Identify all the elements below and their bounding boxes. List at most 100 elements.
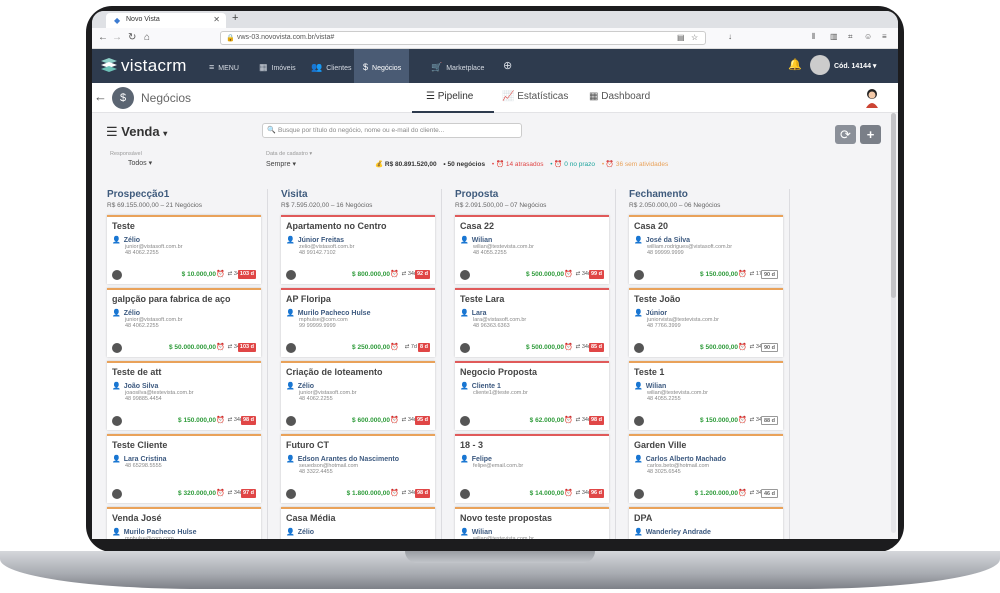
deal-client[interactable]: 👤 Murilo Pacheco Hulse [112, 528, 256, 536]
browser-tab[interactable]: ◆ Novo Vista ✕ [106, 13, 226, 28]
deal-card[interactable]: Venda José 👤 Murilo Pacheco Hulse mphulse@c… [107, 507, 261, 539]
reload-icon[interactable]: ↻ [128, 32, 136, 43]
nav-imoveis[interactable]: ▦ Imóveis [257, 49, 296, 83]
deal-card[interactable]: Novo teste propostas 👤 Wilian wilian@testev… [455, 507, 609, 539]
broker-avatar[interactable] [112, 489, 122, 499]
scrollbar-thumb[interactable] [891, 113, 896, 298]
deal-client[interactable]: 👤 Wilian [634, 382, 778, 390]
forward-arrow-icon[interactable]: → [112, 32, 122, 43]
deal-client[interactable]: 👤 Murilo Pacheco Hulse [286, 309, 430, 317]
alarm-icon[interactable]: ⏰ [738, 343, 747, 351]
broker-avatar[interactable] [286, 489, 296, 499]
user-code[interactable]: Cód. 14144 ▾ [834, 62, 876, 70]
deal-card[interactable]: Criação de loteamento 👤 Zélio junior@vistas… [281, 361, 435, 430]
alarm-icon[interactable]: ⏰ [390, 489, 399, 497]
deal-client[interactable]: 👤 Carlos Alberto Machado [634, 455, 778, 463]
broker-avatar[interactable] [286, 270, 296, 280]
alarm-icon[interactable]: ⏰ [216, 270, 225, 278]
reader-icon[interactable]: ▤ [677, 33, 685, 42]
deal-card[interactable]: Negocio Proposta 👤 Cliente 1 cliente1@teste… [455, 361, 609, 430]
data-cadastro-select[interactable]: Sempre ▾ [266, 160, 296, 168]
alarm-icon[interactable]: ⏰ [738, 270, 747, 278]
broker-avatar[interactable] [634, 270, 644, 280]
alarm-icon[interactable]: ⏰ [564, 343, 573, 351]
broker-avatar[interactable] [286, 416, 296, 426]
add-circle-icon[interactable]: ⊕ [503, 49, 512, 83]
bookmark-star-icon[interactable]: ☆ [691, 33, 698, 42]
nav-clientes[interactable]: 👥 Clientes [309, 49, 352, 83]
deal-client[interactable]: 👤 Edson Arantes do Nascimento [286, 455, 430, 463]
alarm-icon[interactable]: ⏰ [564, 416, 573, 424]
search-input[interactable]: 🔍 Busque por título do negócio, nome ou … [262, 123, 522, 138]
deal-client[interactable]: 👤 José da Silva [634, 236, 778, 244]
broker-avatar[interactable] [460, 343, 470, 353]
back-arrow-icon[interactable]: ← [94, 89, 107, 104]
hamburger-menu-icon[interactable]: ≡ [882, 32, 887, 41]
deal-client[interactable]: 👤 Júnior [634, 309, 778, 317]
deal-client[interactable]: 👤 Lara Cristina [112, 455, 256, 463]
broker-avatar[interactable] [112, 270, 122, 280]
alarm-icon[interactable]: ⏰ [390, 343, 399, 351]
broker-avatar[interactable] [460, 270, 470, 280]
deal-client[interactable]: 👤 Felipe [460, 455, 604, 463]
alarm-icon[interactable]: ⏰ [738, 416, 747, 424]
account-icon[interactable]: ☺ [864, 32, 872, 41]
alarm-icon[interactable]: ⏰ [390, 270, 399, 278]
nav-marketplace[interactable]: 🛒 Marketplace [429, 49, 484, 83]
alarm-icon[interactable]: ⏰ [216, 416, 225, 424]
deal-client[interactable]: 👤 Wanderley Andrade [634, 528, 778, 536]
broker-avatar[interactable] [634, 489, 644, 499]
deal-card[interactable]: Teste João 👤 Júnior juniorvista@testevista.… [629, 288, 783, 357]
deal-card[interactable]: Casa Média 👤 Zélio [281, 507, 435, 539]
deal-card[interactable]: Apartamento no Centro 👤 Júnior Freitas zeli… [281, 215, 435, 284]
deal-card[interactable]: Teste Cliente 👤 Lara Cristina 48 65298.5555… [107, 434, 261, 503]
broker-avatar[interactable] [460, 489, 470, 499]
screenshot-icon[interactable]: ⌗ [848, 32, 853, 42]
deal-client[interactable]: 👤 Zélio [112, 236, 256, 244]
deal-client[interactable]: 👤 Cliente 1 [460, 382, 604, 390]
deal-card[interactable]: Garden Ville 👤 Carlos Alberto Machado carlo… [629, 434, 783, 503]
tab-dashboard[interactable]: ▦ Dashboard [589, 91, 650, 102]
home-icon[interactable]: ⌂ [144, 32, 150, 43]
vistacrm-logo[interactable]: vistacrm [100, 56, 187, 76]
close-tab-icon[interactable]: ✕ [213, 15, 220, 24]
sidebar-icon[interactable]: ▥ [830, 32, 838, 41]
nav-menu[interactable]: ≡ MENU [207, 49, 239, 83]
broker-avatar[interactable] [634, 343, 644, 353]
alarm-icon[interactable]: ⏰ [564, 489, 573, 497]
url-bar[interactable]: 🔒 vws-03.novovista.com.br/vista# ▤ ☆ [220, 31, 706, 45]
data-cadastro-label[interactable]: Data de cadastro ▾ [266, 151, 312, 157]
stat-atrasados[interactable]: • ⏰ 14 atrasados [492, 161, 544, 168]
back-arrow-icon[interactable]: ← [98, 32, 108, 43]
library-icon[interactable]: ⫴ [812, 32, 815, 42]
nav-negocios[interactable]: $ Negócios [354, 49, 409, 83]
deal-client[interactable]: 👤 Wilian [460, 236, 604, 244]
deal-card[interactable]: DPA 👤 Wanderley Andrade [629, 507, 783, 539]
tab-pipeline[interactable]: ☰ Pipeline [426, 91, 473, 102]
download-icon[interactable]: ↓ [728, 32, 732, 41]
deal-client[interactable]: 👤 Lara [460, 309, 604, 317]
refresh-button[interactable]: ⟳ [835, 125, 856, 144]
alarm-icon[interactable]: ⏰ [738, 489, 747, 497]
deal-client[interactable]: 👤 João Silva [112, 382, 256, 390]
responsavel-select[interactable]: Todos ▾ [128, 159, 152, 167]
add-deal-button[interactable]: + [860, 125, 881, 144]
bell-icon[interactable]: 🔔 [788, 58, 802, 71]
deal-card[interactable]: AP Floripa 👤 Murilo Pacheco Hulse mphulse@c… [281, 288, 435, 357]
broker-avatar[interactable] [112, 343, 122, 353]
deal-card[interactable]: Futuro CT 👤 Edson Arantes do Nascimento seu… [281, 434, 435, 503]
broker-avatar[interactable] [286, 343, 296, 353]
deal-card[interactable]: Teste 👤 Zélio junior@vistasoft.com.br 48 406… [107, 215, 261, 284]
deal-card[interactable]: Casa 22 👤 Wilian wilian@testevista.com.br 48… [455, 215, 609, 284]
deal-card[interactable]: Teste 1 👤 Wilian wilian@testevista.com.br 48… [629, 361, 783, 430]
broker-avatar[interactable] [634, 416, 644, 426]
deal-client[interactable]: 👤 Zélio [286, 528, 430, 536]
broker-avatar[interactable] [112, 416, 122, 426]
deal-client[interactable]: 👤 Zélio [286, 382, 430, 390]
deal-card[interactable]: galpção para fabrica de aço 👤 Zélio junior@… [107, 288, 261, 357]
tab-estatisticas[interactable]: 📈 Estatísticas [502, 91, 568, 102]
stat-no-prazo[interactable]: • ⏰ 0 no prazo [550, 161, 595, 168]
deal-card[interactable]: Teste Lara 👤 Lara lara@vistasoft.com.br 48 9… [455, 288, 609, 357]
deal-card[interactable]: Teste de att 👤 João Silva joaosilva@testevi… [107, 361, 261, 430]
alarm-icon[interactable]: ⏰ [216, 489, 225, 497]
